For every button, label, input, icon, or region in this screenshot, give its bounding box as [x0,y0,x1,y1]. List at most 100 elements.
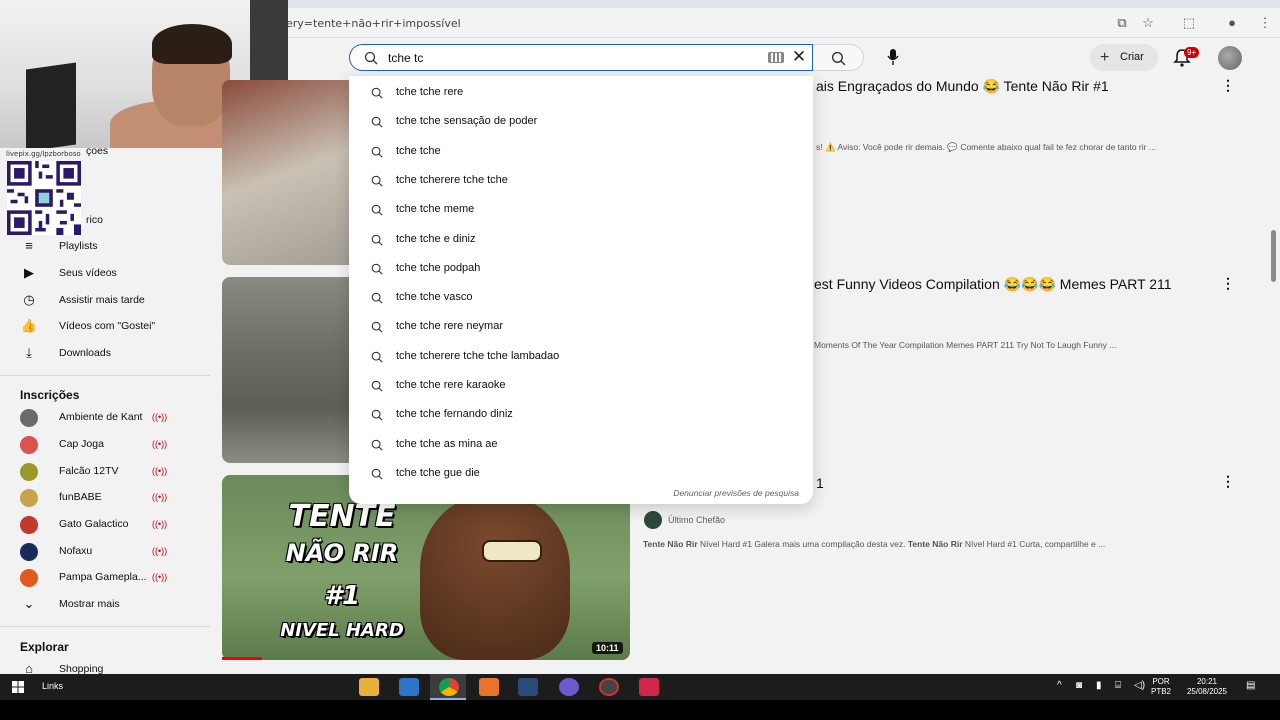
video-description: s! ⚠️ Aviso: Você pode rir demais. 💬 Com… [816,142,1156,152]
live-icon: ((•)) [152,412,168,422]
typed-prefix: tche [396,349,420,362]
search-suggestion[interactable]: tche tche meme [349,195,813,224]
suggestion-completion: tche [419,144,441,157]
subscription-item[interactable]: Pampa Gamepla... ((•)) [20,566,205,588]
links-toolbar[interactable]: Links [42,681,63,691]
subscription-item[interactable]: funBABE ((•)) [20,486,205,508]
typed-prefix: tche [396,86,420,98]
typed-prefix: tche [396,144,420,157]
search-suggestion[interactable]: tche tche gue die [349,459,813,488]
search-suggestion[interactable]: tche tche e diniz [349,225,813,254]
network-icon[interactable]: ⌸ [1115,680,1121,691]
clock[interactable]: 20:21 25/08/2025 [1182,677,1232,697]
suggestion-text: tche tche meme [396,195,474,224]
star-icon[interactable]: ☆ [1140,15,1156,31]
suggestion-completion: tche gue die [419,466,480,479]
app-icon[interactable] [639,678,659,696]
language-code: POR [1152,677,1170,686]
screen-bottom-bar [0,700,1280,720]
sidebar-item-your-videos[interactable]: ▶ Seus vídeos [20,262,205,284]
scrollbar-thumb[interactable] [1271,230,1276,282]
tray-icon[interactable]: ▮ [1096,680,1102,691]
qr-code [7,161,81,235]
suggestion-text: tche tche sensação de poder [396,107,537,136]
scrollbar[interactable] [1268,76,1280,674]
sidebar-item-watch-later[interactable]: ◷ Assistir mais tarde [20,289,205,311]
search-icon [371,439,383,451]
search-suggestion[interactable]: tche tche fernando diniz [349,400,813,429]
video-title[interactable]: est Funny Videos Compilation 😂😂😂 Memes P… [814,276,1172,293]
search-suggestion[interactable]: tche tcherere tche tche [349,166,813,195]
subscription-item[interactable]: Ambiente de Kant ((•)) [20,406,205,428]
suggestion-completion: tcherere tche tche lambadao [419,349,560,362]
thumbnail-text: NIVEL HARD [280,620,404,641]
search-icon [371,234,383,246]
chevron-up-icon[interactable]: ^ [1057,680,1062,691]
extensions-icon[interactable]: ⬚ [1181,15,1197,31]
sidebar-item-liked-videos[interactable]: 👍 Vídeos com "Gostei" [20,315,205,337]
subscription-item[interactable]: Cap Joga ((•)) [20,433,205,455]
search-suggestion[interactable]: tche tche sensação de poder [349,107,813,136]
suggestion-text: tche tcherere tche tche lambadao [396,342,559,371]
more-options-icon[interactable]: ⋮ [1221,474,1235,488]
divider [0,626,210,627]
search-icon [371,410,383,421]
suggestion-completion: tche e diniz [419,232,476,245]
search-suggestion[interactable]: tche tche [349,137,813,166]
show-more-button[interactable]: ⌄ Mostrar mais [20,593,205,615]
voice-search-button[interactable] [878,44,908,71]
channel-name[interactable]: Último Chefão [668,515,725,525]
live-icon: ((•)) [152,546,168,556]
typed-prefix: tche [396,408,420,421]
chrome-icon[interactable] [439,678,459,696]
profile-icon[interactable]: ● [1224,15,1240,31]
report-predictions-link[interactable]: Denunciar previsões de pesquisa [673,488,799,498]
cast-icon[interactable]: ⧉ [1114,15,1130,31]
volume-icon[interactable]: ◁) [1134,680,1145,691]
suggestion-text: tche tcherere tche tche [396,166,508,195]
search-suggestion[interactable]: tche tche as mina ae [349,430,813,459]
app-icon[interactable] [479,678,499,696]
sidebar-item-downloads[interactable]: ⤓ Downloads [20,342,205,364]
more-options-icon[interactable]: ⋮ [1221,78,1235,92]
subscription-item[interactable]: Gato Galactico ((•)) [20,513,205,535]
notifications-icon[interactable]: ▤ [1246,680,1255,691]
account-avatar[interactable] [1218,46,1242,70]
search-suggestion[interactable]: tche tche rere karaoke [349,371,813,400]
search-suggestion[interactable]: tche tche vasco [349,283,813,312]
keyboard-icon[interactable] [768,52,784,63]
discord-icon[interactable] [559,678,579,696]
tray-icon[interactable]: ◙ [1076,680,1082,691]
language-indicator[interactable]: POR PTB2 [1151,677,1171,697]
suggestion-completion: tche vasco [419,291,473,304]
search-box[interactable]: ✕ [349,44,813,71]
url-text[interactable]: ery=tente+não+rir+impossível [286,17,461,30]
more-options-icon[interactable]: ⋮ [1221,276,1235,290]
file-explorer-icon[interactable] [359,678,379,696]
typed-prefix: tche [396,320,420,333]
steam-icon[interactable] [518,678,538,696]
obs-icon[interactable] [599,678,619,696]
subscription-item[interactable]: Nofaxu ((•)) [20,540,205,562]
windows-start-icon[interactable] [12,681,24,693]
duration-badge: 10:11 [592,642,623,654]
store-icon[interactable] [399,678,419,696]
suggestion-completion: tche meme [419,203,475,216]
subscription-item[interactable]: Falcão 12TV ((•)) [20,460,205,482]
suggestion-completion: tche rere karaoke [419,379,506,391]
search-button[interactable] [813,44,864,71]
webcam-monitor [26,62,76,148]
create-button[interactable]: + Criar [1090,44,1158,71]
search-suggestion[interactable]: tche tche rere [349,78,813,107]
search-suggestions-dropdown: tche tche rere tche tche sensação de pode… [349,76,813,504]
video-title[interactable]: ais Engraçados do Mundo 😂 Tente Não Rir … [816,78,1109,95]
search-suggestion[interactable]: tche tche podpah [349,254,813,283]
video-title[interactable]: 1 [816,475,824,491]
search-suggestion[interactable]: tche tche rere neymar [349,312,813,341]
menu-icon[interactable]: ⋮ [1257,15,1273,31]
close-icon[interactable]: ✕ [790,48,808,66]
search-input[interactable] [388,49,748,67]
channel-avatar[interactable] [644,511,662,529]
search-suggestion[interactable]: tche tcherere tche tche lambadao [349,342,813,371]
sidebar-item-playlists[interactable]: ≡ Playlists [20,235,205,257]
